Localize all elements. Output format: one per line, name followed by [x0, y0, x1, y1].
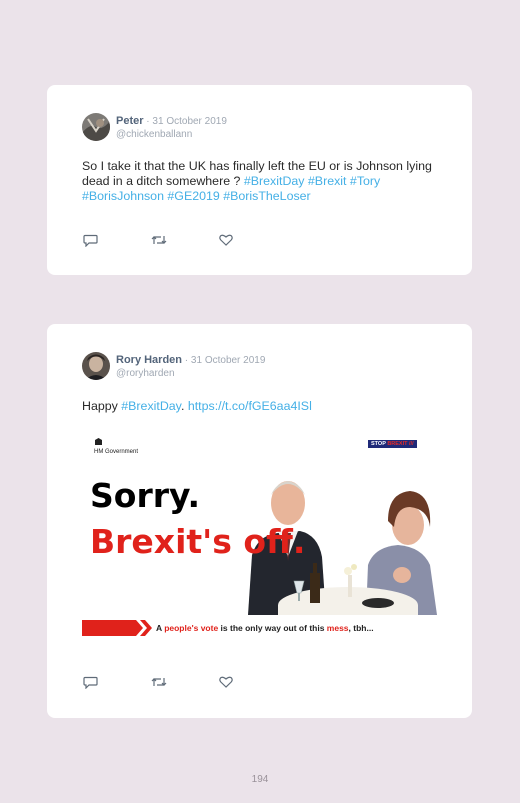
headline-brexit-off: Brexit's off.	[90, 522, 306, 561]
retweet-button[interactable]	[151, 675, 219, 689]
banner-e: , tbh...	[348, 623, 374, 633]
reply-icon	[83, 676, 98, 689]
tweet-date: · 31 October 2019	[143, 116, 227, 127]
like-icon	[219, 234, 233, 246]
tweet-actions	[83, 675, 287, 689]
tweet-media-image[interactable]: HM Government STOP BREXIT /// Sorry. Bre…	[82, 431, 437, 644]
banner-a: A	[156, 623, 165, 633]
page-number: 194	[251, 774, 269, 785]
display-name[interactable]: Peter	[116, 115, 144, 127]
tweet-text: Happy #BrexitDay. https://t.co/fGE6aa4IS…	[82, 399, 442, 414]
user-handle[interactable]: @roryharden	[116, 367, 265, 380]
avatar[interactable]	[82, 352, 110, 380]
gov-logo: HM Government	[94, 437, 138, 456]
retweet-button[interactable]	[151, 233, 219, 247]
retweet-icon	[151, 678, 167, 686]
banner-d: mess	[326, 623, 349, 633]
crest-icon	[95, 438, 102, 445]
like-button[interactable]	[219, 675, 287, 689]
banner-text: A people's vote is the only way out of t…	[156, 623, 374, 633]
gov-label: HM Government	[94, 449, 139, 455]
tweet-header: Peter · 31 October 2019 @chickenballann	[82, 113, 227, 141]
tweet-body: Happy	[82, 399, 122, 413]
tweet-body-sep: .	[180, 399, 188, 413]
display-name[interactable]: Rory Harden	[116, 354, 182, 366]
avatar[interactable]	[82, 113, 110, 141]
tweet-actions	[83, 233, 287, 247]
tweet-card: Rory Harden · 31 October 2019 @roryharde…	[47, 324, 472, 718]
tweet-header: Rory Harden · 31 October 2019 @roryharde…	[82, 352, 265, 380]
stop-brexit-logo: STOP BREXIT ///	[368, 440, 417, 448]
user-handle[interactable]: @chickenballann	[116, 128, 227, 141]
tweet-card: Peter · 31 October 2019 @chickenballann …	[47, 85, 472, 275]
brexit-label: BREXIT	[387, 441, 408, 447]
like-button[interactable]	[219, 233, 287, 247]
reply-icon	[83, 234, 98, 247]
retweet-icon	[151, 236, 167, 244]
hashtag[interactable]: #BrexitDay	[121, 399, 181, 413]
stop-label: STOP	[371, 441, 388, 447]
tweet-date: · 31 October 2019	[182, 355, 266, 366]
tweet-text: So I take it that the UK has finally lef…	[82, 159, 442, 204]
tweet-link[interactable]: https://t.co/fGE6aa4ISl	[188, 399, 312, 413]
banner-b: people's vote	[164, 623, 219, 633]
like-icon	[219, 676, 233, 688]
headline-sorry: Sorry.	[90, 476, 201, 515]
reply-button[interactable]	[83, 675, 151, 689]
banner-c: is the only way out of this	[218, 623, 327, 633]
reply-button[interactable]	[83, 233, 151, 247]
